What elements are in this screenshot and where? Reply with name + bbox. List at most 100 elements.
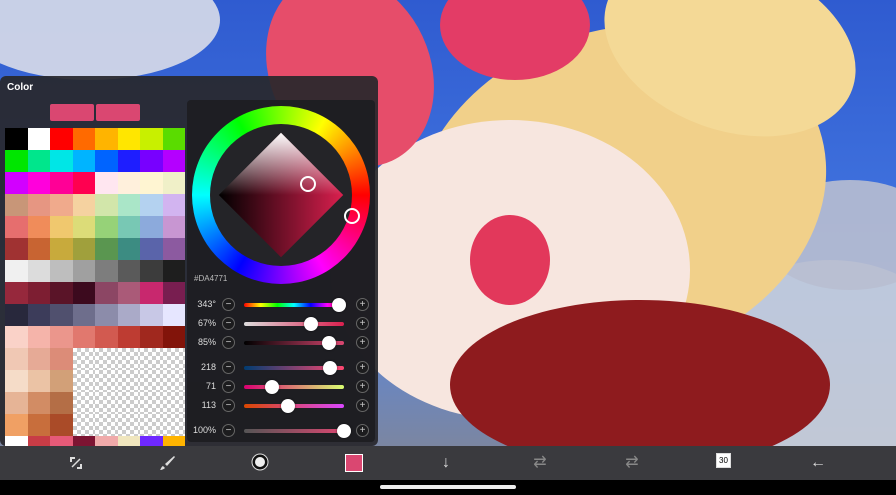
opacity-increase-button[interactable]: + bbox=[356, 424, 369, 437]
palette-swatch[interactable] bbox=[50, 348, 73, 370]
palette-swatch[interactable] bbox=[117, 128, 140, 150]
palette-swatch[interactable] bbox=[140, 128, 163, 150]
palette-swatch[interactable] bbox=[72, 172, 95, 194]
palette-swatch[interactable] bbox=[140, 370, 163, 392]
palette-swatch[interactable] bbox=[50, 392, 73, 414]
palette-swatch[interactable] bbox=[140, 260, 163, 282]
palette-swatch[interactable] bbox=[5, 326, 28, 348]
palette-swatch[interactable] bbox=[140, 194, 163, 216]
palette-swatch[interactable] bbox=[117, 348, 140, 370]
palette-swatch[interactable] bbox=[27, 172, 50, 194]
palette-swatch[interactable] bbox=[117, 392, 140, 414]
palette-swatch[interactable] bbox=[95, 326, 118, 348]
palette-swatch[interactable] bbox=[117, 150, 140, 172]
blue-increase-button[interactable]: + bbox=[356, 399, 369, 412]
palette-swatch[interactable] bbox=[117, 194, 140, 216]
palette-swatch[interactable] bbox=[5, 304, 28, 326]
palette-swatch[interactable] bbox=[95, 150, 118, 172]
palette-swatch[interactable] bbox=[95, 370, 118, 392]
palette-swatch[interactable] bbox=[162, 392, 185, 414]
palette-swatch[interactable] bbox=[72, 348, 95, 370]
brightness-decrease-button[interactable]: − bbox=[222, 336, 235, 349]
palette-swatch[interactable] bbox=[50, 172, 73, 194]
palette-swatch[interactable] bbox=[50, 414, 73, 436]
palette-swatch[interactable] bbox=[117, 370, 140, 392]
palette-swatch[interactable] bbox=[5, 392, 28, 414]
red-decrease-button[interactable]: − bbox=[222, 361, 235, 374]
palette-swatch[interactable] bbox=[95, 194, 118, 216]
palette-swatch[interactable] bbox=[27, 194, 50, 216]
palette-swatch[interactable] bbox=[95, 304, 118, 326]
blue-decrease-button[interactable]: − bbox=[222, 399, 235, 412]
palette-swatch[interactable] bbox=[50, 238, 73, 260]
palette-swatch[interactable] bbox=[72, 128, 95, 150]
green-slider[interactable] bbox=[244, 385, 344, 389]
green-increase-button[interactable]: + bbox=[356, 380, 369, 393]
palette-swatch[interactable] bbox=[27, 128, 50, 150]
palette-swatch[interactable] bbox=[72, 216, 95, 238]
palette-swatch[interactable] bbox=[27, 282, 50, 304]
palette-swatch[interactable] bbox=[27, 304, 50, 326]
hue-slider-knob[interactable] bbox=[332, 298, 346, 312]
palette-swatch[interactable] bbox=[95, 414, 118, 436]
back-icon[interactable]: ← bbox=[808, 453, 828, 473]
color-button[interactable] bbox=[344, 453, 364, 473]
palette-swatch[interactable] bbox=[5, 260, 28, 282]
saturation-increase-button[interactable]: + bbox=[356, 317, 369, 330]
palette-swatch[interactable] bbox=[162, 128, 185, 150]
palette-swatch[interactable] bbox=[27, 238, 50, 260]
palette-swatch[interactable] bbox=[27, 392, 50, 414]
palette-swatch[interactable] bbox=[72, 194, 95, 216]
palette-swatch[interactable] bbox=[162, 194, 185, 216]
opacity-decrease-button[interactable]: − bbox=[222, 424, 235, 437]
palette-swatch[interactable] bbox=[95, 348, 118, 370]
red-slider-knob[interactable] bbox=[322, 361, 337, 375]
palette-swatch[interactable] bbox=[72, 150, 95, 172]
palette-swatch[interactable] bbox=[5, 370, 28, 392]
palette-swatch[interactable] bbox=[5, 150, 28, 172]
palette-swatch[interactable] bbox=[140, 326, 163, 348]
palette-swatch[interactable] bbox=[5, 414, 28, 436]
palette-swatch[interactable] bbox=[50, 282, 73, 304]
palette-swatch[interactable] bbox=[50, 304, 73, 326]
palette-swatch[interactable] bbox=[162, 326, 185, 348]
palette-swatch[interactable] bbox=[27, 216, 50, 238]
sv-marker[interactable] bbox=[300, 176, 316, 192]
brush-size-button[interactable] bbox=[248, 453, 272, 473]
saturation-slider-knob[interactable] bbox=[304, 317, 318, 331]
palette-swatch[interactable] bbox=[72, 370, 95, 392]
palette-swatch[interactable] bbox=[27, 260, 50, 282]
palette-swatch[interactable] bbox=[95, 128, 118, 150]
palette-swatch[interactable] bbox=[72, 282, 95, 304]
palette-swatch[interactable] bbox=[5, 216, 28, 238]
palette-swatch[interactable] bbox=[50, 150, 73, 172]
palette-swatch[interactable] bbox=[95, 260, 118, 282]
opacity-slider-knob[interactable] bbox=[337, 424, 351, 438]
saturation-decrease-button[interactable]: − bbox=[222, 317, 235, 330]
palette-swatch[interactable] bbox=[5, 348, 28, 370]
palette-swatch[interactable] bbox=[5, 194, 28, 216]
current-color-swatch[interactable] bbox=[50, 104, 94, 121]
palette-swatch[interactable] bbox=[140, 216, 163, 238]
red-increase-button[interactable]: + bbox=[356, 361, 369, 374]
green-slider-knob[interactable] bbox=[265, 380, 279, 394]
palette-swatch[interactable] bbox=[117, 326, 140, 348]
hue-marker[interactable] bbox=[344, 208, 360, 224]
brightness-slider-knob[interactable] bbox=[322, 336, 336, 350]
palette-swatch[interactable] bbox=[140, 392, 163, 414]
palette-swatch[interactable] bbox=[95, 392, 118, 414]
palette-swatch[interactable] bbox=[27, 348, 50, 370]
palette-swatch[interactable] bbox=[27, 150, 50, 172]
palette-swatch[interactable] bbox=[140, 150, 163, 172]
redo-icon[interactable]: ⇄ bbox=[622, 453, 642, 473]
undo-icon[interactable]: ⇄ bbox=[530, 453, 550, 473]
palette-swatch[interactable] bbox=[27, 414, 50, 436]
palette-swatch[interactable] bbox=[72, 392, 95, 414]
palette-swatch[interactable] bbox=[72, 326, 95, 348]
home-indicator[interactable] bbox=[380, 485, 516, 489]
palette-swatch[interactable] bbox=[117, 282, 140, 304]
brush-icon[interactable] bbox=[158, 453, 178, 473]
palette-swatch[interactable] bbox=[72, 414, 95, 436]
transform-icon[interactable] bbox=[66, 453, 86, 473]
palette-swatch[interactable] bbox=[162, 216, 185, 238]
